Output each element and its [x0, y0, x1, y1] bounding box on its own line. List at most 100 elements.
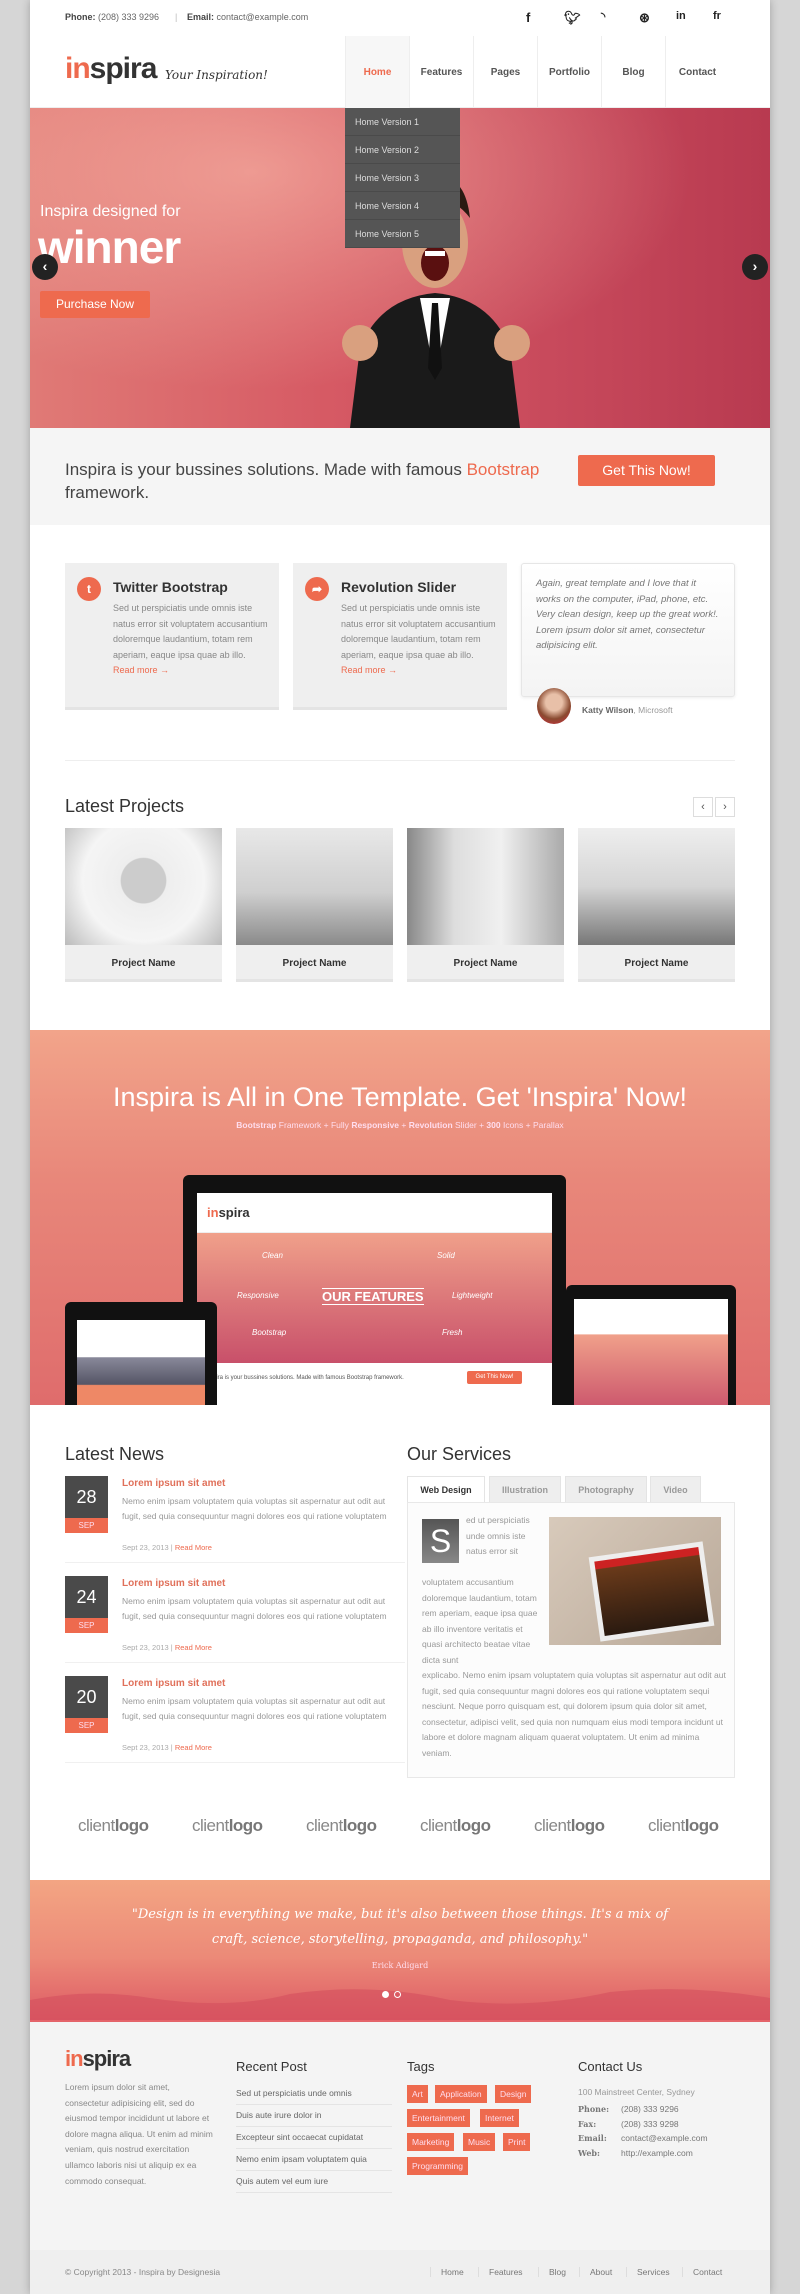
quote-dot-active[interactable]	[382, 1991, 389, 1998]
dribbble-icon[interactable]: ⊛	[639, 10, 650, 26]
project-image	[236, 828, 393, 945]
tag[interactable]: Marketing	[407, 2133, 455, 2151]
nav-home[interactable]: Home	[345, 36, 409, 108]
feature-title: Revolution Slider	[341, 579, 457, 595]
feature-text: Sed ut perspiciatis unde omnis iste natu…	[113, 603, 268, 675]
recent-post-link[interactable]: Duis aute irure dolor in	[236, 2105, 392, 2127]
get-this-now-button[interactable]: Get This Now!	[578, 455, 715, 486]
divider: |	[175, 12, 178, 22]
recent-post-link[interactable]: Excepteur sint occaecat cupidatat	[236, 2127, 392, 2149]
projects-prev-button[interactable]: ‹	[693, 797, 713, 817]
contact-email-link[interactable]: contact@example.com	[621, 2133, 708, 2143]
tag[interactable]: Print	[503, 2133, 531, 2151]
read-more-link[interactable]: Read More	[175, 1543, 212, 1552]
footer-nav-contact[interactable]: Contact	[682, 2267, 722, 2277]
recent-post-heading: Recent Post	[236, 2059, 307, 2074]
client-logo: clientlogo	[420, 1816, 491, 1835]
project-card[interactable]: Project Name	[407, 828, 564, 982]
home-dropdown-menu: Home Version 1 Home Version 2 Home Versi…	[345, 108, 460, 248]
client-logo: clientlogo	[534, 1816, 605, 1835]
email-info: Email: contact@example.com	[187, 12, 309, 22]
nav-contact[interactable]: Contact	[665, 36, 729, 108]
tag[interactable]: Programming	[407, 2157, 469, 2175]
tab-web-design[interactable]: Web Design	[407, 1476, 485, 1503]
tags-heading: Tags	[407, 2059, 435, 2074]
main-nav: Home Features Pages Portfolio Blog Conta…	[345, 36, 729, 108]
news-meta: Sept 23, 2013 | Read More	[122, 1543, 212, 1552]
feature-box-twitter-bootstrap: t Twitter Bootstrap Sed ut perspiciatis …	[65, 563, 279, 710]
top-bar: Phone: (208) 333 9296 | Email: contact@e…	[30, 0, 770, 36]
nav-blog[interactable]: Blog	[601, 36, 665, 108]
dropdown-item[interactable]: Home Version 3	[345, 164, 460, 192]
read-more-link[interactable]: Read More	[175, 1643, 212, 1652]
purchase-now-button[interactable]: Purchase Now	[40, 291, 150, 318]
slider-next-button[interactable]: ›	[742, 254, 768, 280]
bootstrap-link[interactable]: Bootstrap	[467, 460, 540, 479]
news-title[interactable]: Lorem ipsum sit amet	[122, 1578, 225, 1589]
news-text: Nemo enim ipsam voluptatem quia voluptas…	[122, 1496, 387, 1521]
twitter-icon[interactable]: 🐦︎	[564, 10, 581, 26]
read-more-link[interactable]: Read more →	[341, 665, 397, 675]
recent-post-link[interactable]: Sed ut perspiciatis unde omnis	[236, 2083, 392, 2105]
project-image	[407, 828, 564, 945]
tablet-image	[549, 1517, 721, 1645]
laptop-mockup	[566, 1285, 736, 1405]
tag[interactable]: Entertainment	[407, 2109, 470, 2127]
recent-post-link[interactable]: Nemo enim ipsam voluptatem quia	[236, 2149, 392, 2171]
nav-pages[interactable]: Pages	[473, 36, 537, 108]
tag-cloud: Art Application Design Entertainment Int…	[407, 2085, 557, 2185]
project-card[interactable]: Project Name	[578, 828, 735, 982]
tag[interactable]: Application	[435, 2085, 487, 2103]
dropdown-item[interactable]: Home Version 1	[345, 108, 460, 136]
news-date-badge: 24 SEP	[65, 1576, 108, 1633]
logo[interactable]: inspira	[65, 52, 157, 86]
footer-nav-home[interactable]: Home	[430, 2267, 464, 2277]
parallax-subtitle: Bootstrap Framework + Fully Responsive +…	[236, 1120, 564, 1130]
tagline: Your Inspiration!	[165, 68, 268, 82]
flickr-icon[interactable]: fr	[713, 10, 721, 22]
news-meta: Sept 23, 2013 | Read More	[122, 1743, 212, 1752]
facebook-icon[interactable]: f	[526, 10, 530, 25]
dropdown-item[interactable]: Home Version 2	[345, 136, 460, 164]
projects-next-button[interactable]: ›	[715, 797, 735, 817]
testimonial-author: Katty Wilson, Microsoft	[582, 705, 673, 715]
news-text: Nemo enim ipsam voluptatem quia voluptas…	[122, 1596, 387, 1621]
share-icon: ➦	[305, 577, 329, 601]
footer-nav-blog[interactable]: Blog	[538, 2267, 566, 2277]
tab-video[interactable]: Video	[650, 1476, 701, 1503]
tag[interactable]: Art	[407, 2085, 428, 2103]
read-more-link[interactable]: Read More	[175, 1743, 212, 1752]
nav-features[interactable]: Features	[409, 36, 473, 108]
project-card[interactable]: Project Name	[236, 828, 393, 982]
news-date-badge: 20 SEP	[65, 1676, 108, 1733]
bottom-bar: © Copyright 2013 - Inspira by Designesia…	[30, 2250, 770, 2294]
testimonial-box: Again, great template and I love that it…	[521, 563, 735, 697]
contact-web-link[interactable]: http://example.com	[621, 2148, 693, 2158]
news-title[interactable]: Lorem ipsum sit amet	[122, 1478, 225, 1489]
footer-nav-about[interactable]: About	[579, 2267, 612, 2277]
promo-text: Inspira is your bussines solutions. Made…	[65, 460, 540, 502]
linkedin-icon[interactable]: in	[676, 10, 686, 22]
footer-nav-features[interactable]: Features	[478, 2267, 523, 2277]
tab-illustration[interactable]: Illustration	[489, 1476, 561, 1503]
testimonial-text: Again, great template and I love that it…	[536, 578, 719, 651]
tablet-mockup	[65, 1302, 217, 1405]
nav-portfolio[interactable]: Portfolio	[537, 36, 601, 108]
tab-photography[interactable]: Photography	[565, 1476, 647, 1503]
news-date-badge: 28 SEP	[65, 1476, 108, 1533]
footer-about: Lorem ipsum dolor sit amet, consectetur …	[65, 2082, 213, 2186]
footer-nav-services[interactable]: Services	[626, 2267, 670, 2277]
recent-post-link[interactable]: Quis autem vel eum iure	[236, 2171, 392, 2193]
slider-prev-button[interactable]: ‹	[32, 254, 58, 280]
project-card[interactable]: Project Name	[65, 828, 222, 982]
tag[interactable]: Music	[463, 2133, 496, 2151]
read-more-link[interactable]: Read more →	[113, 665, 169, 675]
our-services-heading: Our Services	[407, 1444, 512, 1464]
news-title[interactable]: Lorem ipsum sit amet	[122, 1678, 225, 1689]
tag[interactable]: Design	[495, 2085, 532, 2103]
quote-dot[interactable]	[394, 1991, 401, 1998]
dropdown-item[interactable]: Home Version 4	[345, 192, 460, 220]
dropdown-item[interactable]: Home Version 5	[345, 220, 460, 248]
rss-icon[interactable]: ◝	[601, 10, 605, 23]
tag[interactable]: Internet	[480, 2109, 519, 2127]
